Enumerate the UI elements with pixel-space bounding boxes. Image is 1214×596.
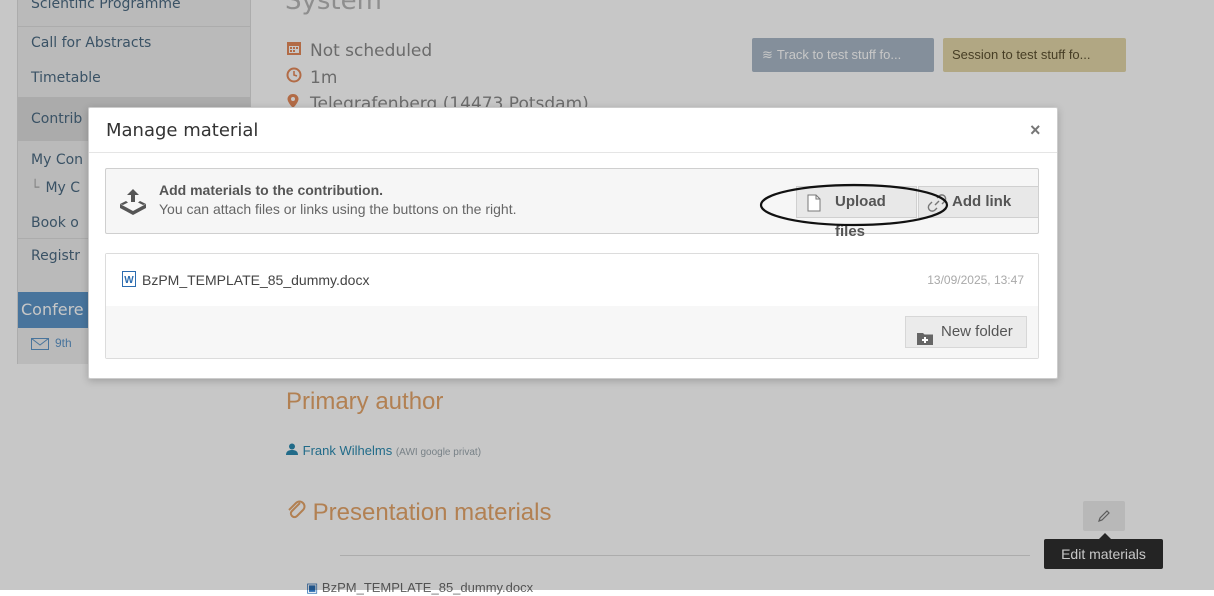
add-materials-hint: You can attach files or links using the … xyxy=(159,201,517,217)
add-link-label: Add link xyxy=(952,193,1012,210)
manage-material-dialog: Manage material × Add materials to the c… xyxy=(88,107,1058,379)
file-icon xyxy=(807,193,821,223)
dialog-header: Manage material × xyxy=(89,108,1057,153)
file-date: 13/09/2025, 13:47 xyxy=(927,273,1024,287)
file-name[interactable]: BzPM_TEMPLATE_85_dummy.docx xyxy=(142,272,369,288)
upload-files-label: Upload files xyxy=(835,193,886,240)
upload-icon xyxy=(118,187,148,220)
new-folder-button[interactable]: New folder xyxy=(905,316,1027,348)
folder-plus-icon xyxy=(917,326,933,356)
new-folder-label: New folder xyxy=(941,323,1013,340)
files-list: W BzPM_TEMPLATE_85_dummy.docx 13/09/2025… xyxy=(105,253,1039,359)
add-link-button[interactable]: Add link xyxy=(918,186,1039,218)
upload-files-button[interactable]: Upload files xyxy=(796,186,917,240)
svg-text:W: W xyxy=(124,275,134,286)
close-icon[interactable]: × xyxy=(1030,120,1041,141)
files-footer: New folder xyxy=(106,306,1038,358)
dialog-title: Manage material xyxy=(106,120,259,141)
add-materials-heading: Add materials to the contribution. xyxy=(159,182,384,198)
word-doc-icon: W xyxy=(122,271,136,292)
link-icon xyxy=(927,193,947,224)
add-materials-panel: Add materials to the contribution. You c… xyxy=(105,168,1039,240)
file-row[interactable]: W BzPM_TEMPLATE_85_dummy.docx 13/09/2025… xyxy=(106,254,1038,307)
